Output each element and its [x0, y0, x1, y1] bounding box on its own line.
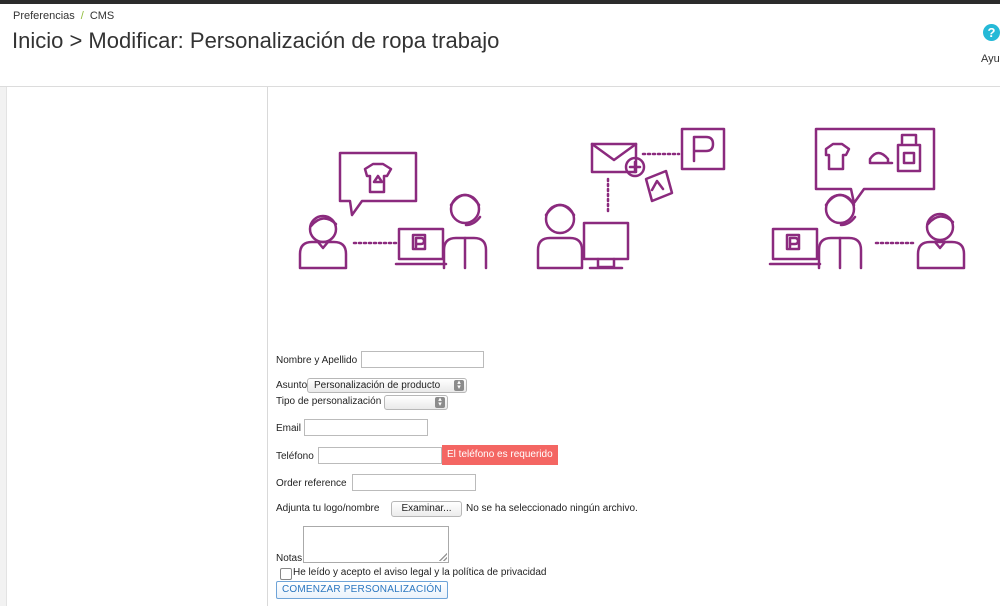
email-input[interactable]: [304, 419, 428, 436]
breadcrumb: Preferencias / CMS: [13, 10, 114, 22]
notes-textarea[interactable]: [303, 526, 449, 563]
left-strip: [0, 87, 7, 606]
products-catalog-icon: [814, 127, 936, 205]
printing-logo-icon: [680, 127, 726, 171]
privacy-checkbox[interactable]: [280, 568, 292, 580]
page-title: Inicio > Modificar: Personalización de r…: [12, 28, 500, 53]
subject-select[interactable]: Personalización de producto ▴ ▾: [307, 378, 467, 393]
happy-customer-icon: [916, 212, 966, 270]
breadcrumb-separator: /: [80, 10, 84, 22]
browse-file-button[interactable]: Examinar...: [391, 501, 462, 517]
agent-with-laptop-icon: [394, 193, 488, 270]
select-arrows-icon: ▴ ▾: [435, 396, 445, 408]
notes-label: Notas: [276, 553, 303, 564]
top-bar: [0, 0, 1000, 4]
personalization-illustration: [298, 127, 966, 270]
order-reference-label: Order reference: [276, 478, 347, 489]
email-attachment-icon: [590, 142, 674, 203]
cms-content: Nombre y Apellido Asunto Personalización…: [268, 87, 1000, 606]
subject-selected-value: Personalización de producto: [314, 380, 441, 391]
help-label[interactable]: Ayu: [981, 53, 1000, 65]
type-select[interactable]: ▴ ▾: [384, 395, 448, 410]
phone-error-message: El teléfono es requerido: [442, 445, 558, 465]
designer-at-computer-icon: [536, 203, 630, 270]
email-label: Email: [276, 423, 302, 434]
name-label: Nombre y Apellido: [276, 355, 358, 366]
phone-label: Teléfono: [276, 451, 314, 462]
start-personalization-button[interactable]: COMENZAR PERSONALIZACIÓN: [276, 581, 448, 599]
name-input[interactable]: [361, 351, 484, 368]
question-circle-icon: ?: [983, 24, 1000, 41]
help-button[interactable]: ?: [983, 24, 1000, 41]
breadcrumb-item-preferencias[interactable]: Preferencias: [13, 10, 75, 22]
type-label: Tipo de personalización: [276, 396, 382, 407]
side-panel: [7, 87, 268, 606]
breadcrumb-item-cms[interactable]: CMS: [90, 10, 114, 22]
agent-with-laptop-right-icon: [768, 193, 863, 270]
select-arrows-icon: ▴ ▾: [454, 379, 464, 391]
resize-grip-icon[interactable]: [439, 553, 447, 561]
privacy-label: He leído y acepto el aviso legal y la po…: [293, 567, 547, 578]
phone-input[interactable]: [318, 447, 442, 464]
subject-label: Asunto: [276, 380, 308, 391]
logo-label: Adjunta tu logo/nombre: [276, 503, 380, 514]
order-reference-input[interactable]: [352, 474, 476, 491]
file-status: No se ha seleccionado ningún archivo.: [466, 503, 638, 514]
